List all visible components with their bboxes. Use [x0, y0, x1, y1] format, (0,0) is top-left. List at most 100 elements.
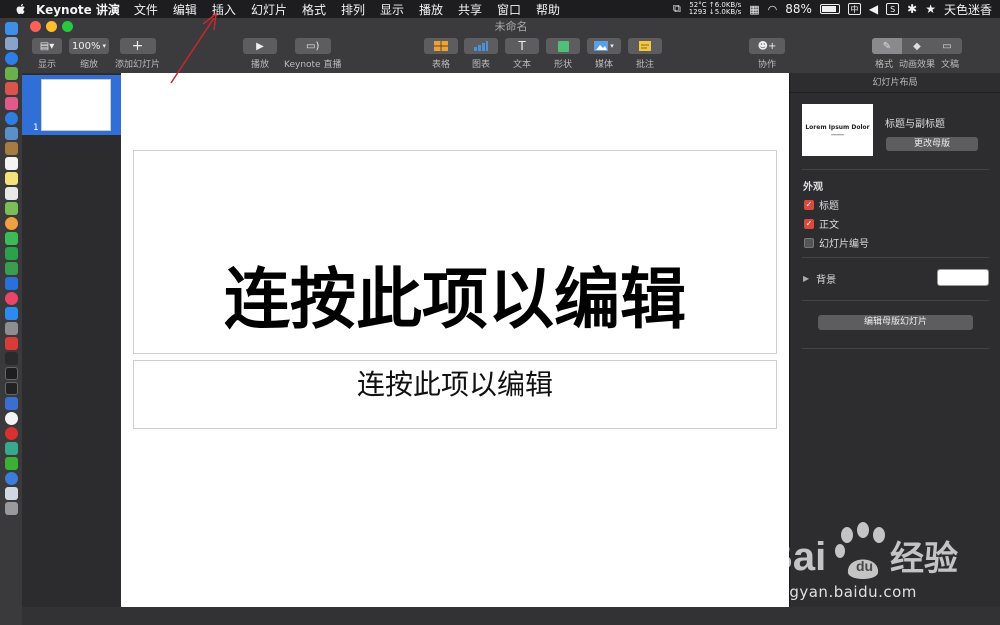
menu-window[interactable]: 窗口	[497, 1, 521, 18]
appearance-heading: 外观	[803, 182, 823, 193]
slide-number-checkbox-row[interactable]: 幻灯片编号	[804, 235, 869, 250]
shape-button[interactable]	[546, 38, 580, 54]
zoom-button[interactable]: 100% ▾	[69, 38, 109, 54]
menu-file[interactable]: 文件	[134, 1, 158, 18]
media-button[interactable]: ▾	[587, 38, 621, 54]
trash-icon[interactable]	[4, 502, 18, 515]
star-icon[interactable]: ★	[925, 2, 936, 16]
animate-tab[interactable]: ◆	[902, 38, 932, 54]
zoom-window-button[interactable]	[62, 21, 73, 32]
format-label: 格式	[874, 60, 893, 70]
title-placeholder[interactable]: 连按此项以编辑	[133, 150, 777, 354]
volume-icon[interactable]: ◀	[869, 2, 878, 16]
yandex-icon[interactable]	[4, 412, 18, 425]
activity-monitor-icon[interactable]	[4, 382, 18, 395]
messages-icon[interactable]	[4, 232, 18, 245]
music-icon[interactable]	[4, 292, 18, 305]
notes-icon[interactable]	[4, 172, 18, 185]
keynote-icon[interactable]	[4, 277, 18, 290]
menu-edit[interactable]: 编辑	[173, 1, 197, 18]
system-preferences-icon[interactable]	[4, 322, 18, 335]
body-checkbox-row[interactable]: ✓ 正文	[804, 216, 839, 231]
close-window-button[interactable]	[30, 21, 41, 32]
android-icon[interactable]	[4, 67, 18, 80]
change-master-button[interactable]: 更改母版	[886, 137, 978, 151]
app-pink-icon[interactable]	[4, 97, 18, 110]
table-button[interactable]	[424, 38, 458, 54]
chart-button[interactable]	[464, 38, 498, 54]
folder-icon[interactable]	[4, 487, 18, 500]
menu-view[interactable]: 显示	[380, 1, 404, 18]
slide-number-checkbox[interactable]	[804, 237, 814, 248]
keynote-live-button[interactable]: ▭)	[294, 38, 331, 54]
slide-canvas[interactable]: 连按此项以编辑 连按此项以编辑	[121, 73, 789, 607]
title-checkbox-row[interactable]: ✓ 标题	[804, 197, 839, 212]
title-bar: 未命名	[22, 18, 1000, 35]
menu-insert[interactable]: 插入	[212, 1, 236, 18]
view-button[interactable]: ▤▾	[32, 38, 62, 54]
collaborate-button[interactable]: ☻+	[749, 38, 785, 54]
netease-music-icon[interactable]	[4, 427, 18, 440]
keynote-live-label: Keynote 直播	[284, 60, 342, 70]
layout-name: 标题与副标题	[885, 119, 945, 130]
minimize-window-button[interactable]	[46, 21, 57, 32]
app-store-icon[interactable]	[4, 307, 18, 320]
app-teal-icon[interactable]	[4, 442, 18, 455]
app-dark-icon[interactable]	[4, 352, 18, 365]
document-tab[interactable]: ▭	[932, 38, 962, 54]
menu-play[interactable]: 播放	[419, 1, 443, 18]
app-red-icon[interactable]	[4, 82, 18, 95]
app-blue-icon[interactable]	[4, 112, 18, 125]
body-checkbox[interactable]: ✓	[804, 218, 814, 229]
screen-mirror-icon[interactable]: ⧉	[673, 2, 681, 16]
add-slide-button[interactable]: +	[119, 38, 156, 54]
numbers-icon[interactable]	[4, 262, 18, 275]
slide-thumbnail[interactable]	[41, 79, 111, 131]
app-brown-icon[interactable]	[4, 142, 18, 155]
edit-master-slide-button[interactable]: 编辑母版幻灯片	[818, 315, 973, 330]
utm-icon[interactable]	[4, 397, 18, 410]
vivaldi-icon[interactable]	[4, 337, 18, 350]
menu-share[interactable]: 共享	[458, 1, 482, 18]
wechat-icon[interactable]	[4, 457, 18, 470]
slide-subtitle[interactable]: 连按此项以编辑	[134, 371, 776, 399]
app-name-menu[interactable]: Keynote 讲演	[36, 1, 120, 18]
terminal-icon[interactable]	[4, 367, 18, 380]
menu-arrange[interactable]: 排列	[341, 1, 365, 18]
title-checkbox[interactable]: ✓	[804, 199, 814, 210]
launchpad-icon[interactable]	[4, 37, 18, 50]
layout-thumbnail[interactable]: Lorem Ipsum Dolor ━━━━━━━	[802, 104, 873, 156]
input-method-icon[interactable]: 中	[847, 3, 861, 15]
safari-icon[interactable]	[4, 52, 18, 65]
finder-icon[interactable]	[4, 22, 18, 35]
play-button[interactable]: ▶	[243, 38, 277, 54]
battery-icon[interactable]	[819, 4, 840, 14]
format-tab[interactable]: ✎	[872, 38, 902, 54]
subtitle-placeholder[interactable]: 连按此项以编辑	[133, 360, 777, 429]
comment-button[interactable]	[628, 38, 662, 54]
app-globe-icon[interactable]	[4, 472, 18, 485]
menu-help[interactable]: 帮助	[536, 1, 560, 18]
facetime-icon[interactable]	[4, 247, 18, 260]
preview-icon[interactable]	[4, 127, 18, 140]
app-green-icon[interactable]	[4, 202, 18, 215]
sogou-icon[interactable]: S	[886, 3, 900, 15]
background-row[interactable]: ▶ 背景	[803, 271, 836, 286]
apple-icon[interactable]	[14, 2, 28, 16]
slide-title[interactable]: 连按此项以编辑	[134, 267, 776, 333]
user-name[interactable]: 天色迷香	[944, 1, 992, 18]
bluetooth-icon[interactable]: ✱	[907, 2, 917, 16]
grid-icon[interactable]: ▦	[749, 3, 759, 16]
menu-slide[interactable]: 幻灯片	[251, 1, 287, 18]
background-color-well[interactable]	[937, 269, 989, 286]
disclosure-triangle-icon[interactable]: ▶	[803, 274, 809, 283]
slide-thumbnail-selected[interactable]: 1	[22, 75, 121, 135]
document-icon[interactable]	[4, 187, 18, 200]
text-button[interactable]: T	[505, 38, 539, 54]
calendar-icon[interactable]	[4, 157, 18, 170]
network-monitor[interactable]: 52°C ↑6.0KB/s 1293 ↓5.0KB/s	[689, 2, 741, 16]
photos-icon[interactable]	[4, 217, 18, 230]
wifi-icon[interactable]: ◠	[768, 3, 778, 16]
menu-format[interactable]: 格式	[302, 1, 326, 18]
divider	[802, 300, 989, 301]
